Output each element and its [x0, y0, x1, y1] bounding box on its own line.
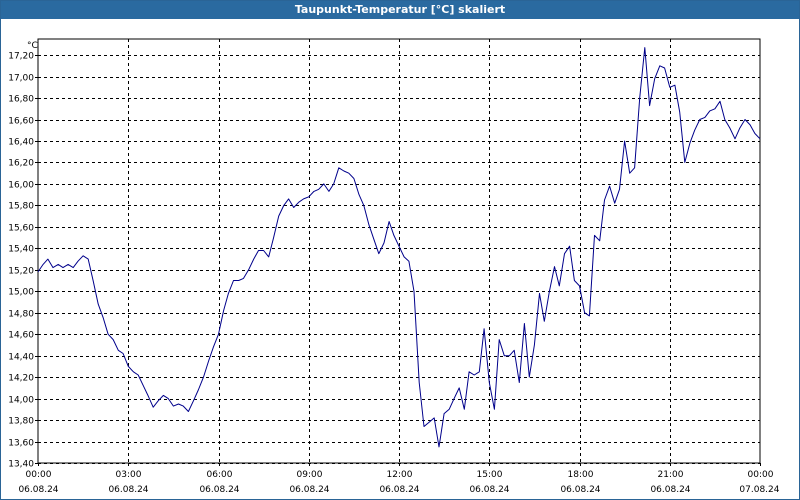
y-tick-label: 16,00 — [8, 181, 34, 191]
x-tick-time-label: 09:00 — [297, 470, 323, 480]
y-tick-label: 17,00 — [8, 74, 34, 84]
x-tick-date-label: 07.08.24 — [739, 485, 779, 495]
x-tick-time-label: 15:00 — [477, 470, 503, 480]
x-tick-date-label: 06.08.24 — [379, 485, 419, 495]
y-tick-label: 16,40 — [8, 138, 34, 148]
y-tick-label: 14,20 — [8, 374, 34, 384]
x-tick-time-label: 18:00 — [568, 470, 594, 480]
x-axis-ticks: 00:00 06.08.24 03:00 06.08.24 06:00 06.08.24 0… — [18, 463, 780, 495]
x-tick-time-label: 21:00 — [658, 470, 684, 480]
x-tick-date-label: 06.08.24 — [108, 485, 148, 495]
y-tick-label: 16,20 — [8, 159, 34, 169]
x-tick-date-label: 06.08.24 — [650, 485, 690, 495]
y-tick-label: 14,80 — [8, 310, 34, 320]
x-tick-time-label: 06:00 — [207, 470, 233, 480]
x-tick-date-label: 06.08.24 — [560, 485, 600, 495]
y-tick-label: 16,60 — [8, 117, 34, 127]
y-tick-label: 15,20 — [8, 267, 34, 277]
y-tick-label: 15,60 — [8, 224, 34, 234]
x-tick-time-label: 00:00 — [26, 470, 52, 480]
x-tick-time-label: 00:00 — [748, 470, 774, 480]
y-tick-label: 14,60 — [8, 331, 34, 341]
y-tick-label: 14,40 — [8, 353, 34, 363]
x-tick-time-label: 12:00 — [387, 470, 413, 480]
y-tick-label: 14,00 — [8, 396, 34, 406]
y-axis-unit-label: °C — [27, 41, 38, 51]
x-tick-date-label: 06.08.24 — [289, 485, 329, 495]
y-tick-label: 13,40 — [8, 460, 34, 470]
y-tick-label: 17,20 — [8, 52, 34, 62]
y-tick-label: 16,80 — [8, 95, 34, 105]
y-axis-ticks: 13,40 13,60 13,80 14,00 14,20 14,40 14,60 14,80… — [8, 52, 38, 470]
y-tick-label: 13,60 — [8, 439, 34, 449]
chart-canvas: °C 13,40 13,60 13,80 14,00 14,20 14,40 14,60 14… — [8, 38, 780, 495]
y-tick-label: 13,80 — [8, 417, 34, 427]
x-tick-date-label: 06.08.24 — [18, 485, 58, 495]
y-tick-label: 15,80 — [8, 202, 34, 212]
y-tick-label: 15,40 — [8, 245, 34, 255]
x-tick-time-label: 03:00 — [116, 470, 142, 480]
y-tick-label: 15,00 — [8, 288, 34, 298]
x-tick-date-label: 06.08.24 — [469, 485, 509, 495]
x-tick-date-label: 06.08.24 — [199, 485, 239, 495]
